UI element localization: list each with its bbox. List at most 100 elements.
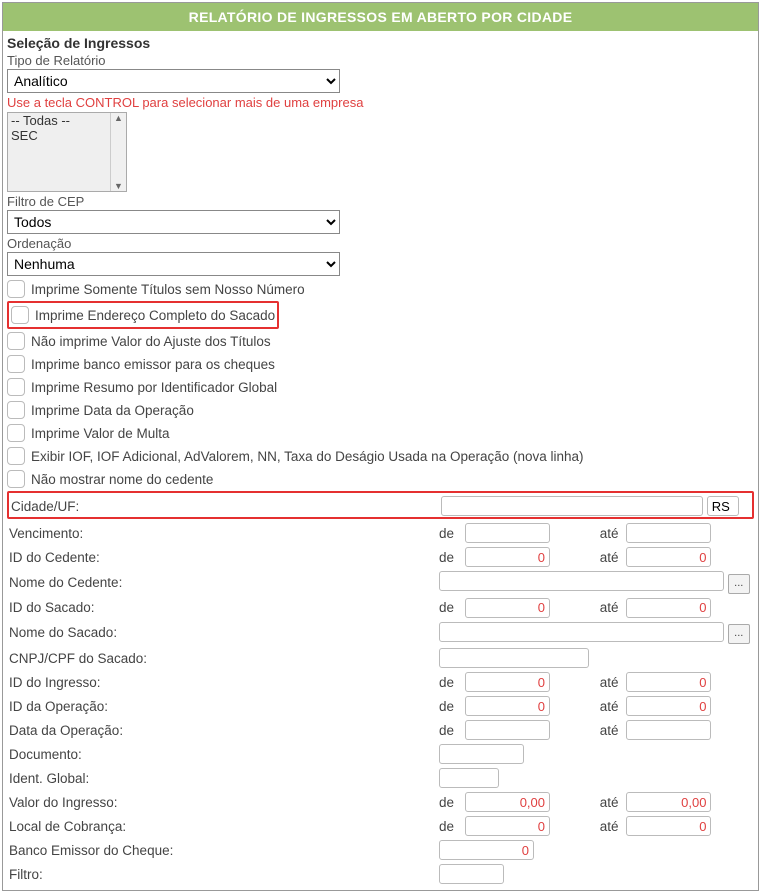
checkbox-nao-mostrar-nome-cedente[interactable]: [7, 470, 25, 488]
cnpj-cpf-input[interactable]: [439, 648, 589, 668]
checkbox-resumo-ident-global[interactable]: [7, 378, 25, 396]
ate-label: até: [592, 670, 624, 694]
checkbox-row: Imprime banco emissor para os cheques: [7, 353, 754, 375]
nome-sacado-lookup-button[interactable]: ...: [728, 624, 750, 644]
id-cedente-de-input[interactable]: [465, 547, 550, 567]
local-cobranca-label: Local de Cobrança:: [7, 814, 437, 838]
checkbox-row: Imprime Somente Títulos sem Nosso Número: [7, 278, 754, 300]
nome-sacado-input[interactable]: [439, 622, 724, 642]
ate-label: até: [592, 545, 624, 569]
checkbox-label: Imprime Endereço Completo do Sacado: [35, 308, 275, 323]
checkbox-row: Imprime Endereço Completo do Sacado: [11, 304, 275, 326]
checkbox-titulos-sem-nosso-numero[interactable]: [7, 280, 25, 298]
checkbox-row: Imprime Resumo por Identificador Global: [7, 376, 754, 398]
data-operacao-ate-input[interactable]: [626, 720, 711, 740]
de-label: de: [437, 790, 463, 814]
id-ingresso-label: ID do Ingresso:: [7, 670, 437, 694]
id-cedente-ate-input[interactable]: [626, 547, 711, 567]
id-ingresso-de-input[interactable]: [465, 672, 550, 692]
documento-label: Documento:: [7, 742, 437, 766]
checkbox-label: Imprime Valor de Multa: [31, 426, 170, 441]
de-label: de: [437, 814, 463, 838]
page-title: RELATÓRIO DE INGRESSOS EM ABERTO POR CID…: [3, 3, 758, 31]
de-label: de: [437, 521, 463, 545]
filtro-input[interactable]: [439, 864, 504, 884]
checkbox-endereco-completo-sacado[interactable]: [11, 306, 29, 324]
help-text: Use a tecla CONTROL para selecionar mais…: [7, 95, 754, 110]
checkbox-label: Imprime Somente Títulos sem Nosso Número: [31, 282, 305, 297]
id-sacado-label: ID do Sacado:: [7, 596, 437, 620]
ident-global-label: Ident. Global:: [7, 766, 437, 790]
cidade-uf-label: Cidade/UF:: [9, 495, 439, 517]
checkbox-row: Exibir IOF, IOF Adicional, AdValorem, NN…: [7, 445, 754, 467]
nome-cedente-input[interactable]: [439, 571, 724, 591]
checkbox-imprime-valor-multa[interactable]: [7, 424, 25, 442]
checkbox-row: Imprime Valor de Multa: [7, 422, 754, 444]
id-sacado-de-input[interactable]: [465, 598, 550, 618]
checkbox-row: Não imprime Valor do Ajuste dos Títulos: [7, 330, 754, 352]
ate-label: até: [592, 694, 624, 718]
tipo-relatorio-label: Tipo de Relatório: [7, 53, 754, 68]
filtro-label: Filtro:: [7, 862, 437, 886]
ate-label: até: [592, 718, 624, 742]
checkbox-label: Não imprime Valor do Ajuste dos Títulos: [31, 334, 271, 349]
scrollbar[interactable]: ▲ ▼: [110, 113, 126, 191]
valor-ingresso-de-input[interactable]: [465, 792, 550, 812]
filtro-cep-select[interactable]: Todos: [7, 210, 340, 234]
de-label: de: [437, 694, 463, 718]
checkbox-label: Não mostrar nome do cedente: [31, 472, 213, 487]
vencimento-de-input[interactable]: [465, 523, 550, 543]
banco-emissor-input[interactable]: [439, 840, 534, 860]
valor-ingresso-ate-input[interactable]: [626, 792, 711, 812]
chevron-up-icon: ▲: [114, 113, 123, 123]
data-operacao-label: Data da Operação:: [7, 718, 437, 742]
data-operacao-de-input[interactable]: [465, 720, 550, 740]
checkbox-row: Não mostrar nome do cedente: [7, 468, 754, 490]
filtro-cep-label: Filtro de CEP: [7, 194, 754, 209]
checkbox-exibir-iof[interactable]: [7, 447, 25, 465]
checkbox-banco-emissor-cheques[interactable]: [7, 355, 25, 373]
ate-label: até: [592, 521, 624, 545]
id-operacao-ate-input[interactable]: [626, 696, 711, 716]
ate-label: até: [592, 814, 624, 838]
empresa-option[interactable]: SEC: [8, 128, 126, 143]
uf-input[interactable]: [707, 496, 739, 516]
banco-emissor-label: Banco Emissor do Cheque:: [7, 838, 437, 862]
id-cedente-label: ID do Cedente:: [7, 545, 437, 569]
checkbox-label: Exibir IOF, IOF Adicional, AdValorem, NN…: [31, 449, 584, 464]
checkbox-row: Imprime Data da Operação: [7, 399, 754, 421]
checkbox-nao-imprime-valor-ajuste[interactable]: [7, 332, 25, 350]
de-label: de: [437, 545, 463, 569]
checkbox-label: Imprime Resumo por Identificador Global: [31, 380, 277, 395]
id-operacao-de-input[interactable]: [465, 696, 550, 716]
ate-label: até: [592, 596, 624, 620]
local-cobranca-de-input[interactable]: [465, 816, 550, 836]
id-ingresso-ate-input[interactable]: [626, 672, 711, 692]
nome-sacado-label: Nome do Sacado:: [7, 620, 437, 647]
checkbox-imprime-data-operacao[interactable]: [7, 401, 25, 419]
tipo-relatorio-select[interactable]: Analítico: [7, 69, 340, 93]
nome-cedente-label: Nome do Cedente:: [7, 569, 437, 596]
ordenacao-label: Ordenação: [7, 236, 754, 251]
id-sacado-ate-input[interactable]: [626, 598, 711, 618]
de-label: de: [437, 596, 463, 620]
local-cobranca-ate-input[interactable]: [626, 816, 711, 836]
empresas-listbox[interactable]: -- Todas -- SEC ▲ ▼: [7, 112, 127, 192]
section-title: Seleção de Ingressos: [7, 35, 754, 51]
vencimento-label: Vencimento:: [7, 521, 437, 545]
de-label: de: [437, 718, 463, 742]
id-operacao-label: ID da Operação:: [7, 694, 437, 718]
vencimento-ate-input[interactable]: [626, 523, 711, 543]
report-form: RELATÓRIO DE INGRESSOS EM ABERTO POR CID…: [2, 2, 759, 891]
empresa-option[interactable]: -- Todas --: [8, 113, 126, 128]
ident-global-input[interactable]: [439, 768, 499, 788]
cnpj-cpf-label: CNPJ/CPF do Sacado:: [7, 646, 437, 670]
nome-cedente-lookup-button[interactable]: ...: [728, 574, 750, 594]
cidade-input[interactable]: [441, 496, 703, 516]
checkbox-label: Imprime banco emissor para os cheques: [31, 357, 275, 372]
ordenacao-select[interactable]: Nenhuma: [7, 252, 340, 276]
valor-ingresso-label: Valor do Ingresso:: [7, 790, 437, 814]
checkbox-label: Imprime Data da Operação: [31, 403, 194, 418]
de-label: de: [437, 670, 463, 694]
documento-input[interactable]: [439, 744, 524, 764]
